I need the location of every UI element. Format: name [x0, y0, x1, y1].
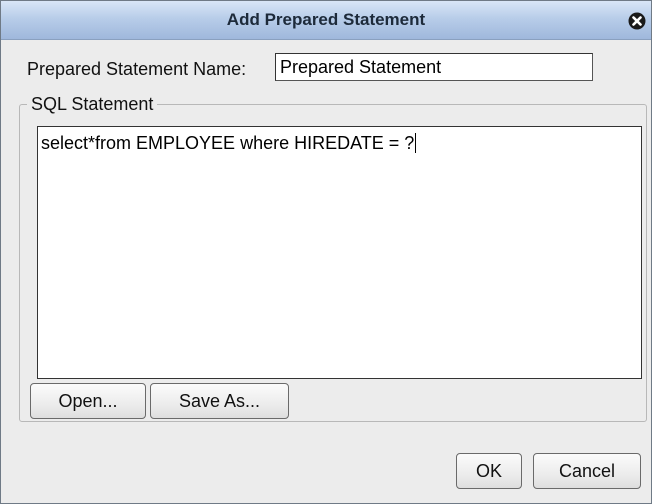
title-bar[interactable]: Add Prepared Statement: [1, 1, 651, 40]
sql-statement-group-label: SQL Statement: [27, 94, 158, 115]
sql-statement-textarea[interactable]: select*from EMPLOYEE where HIREDATE = ?: [37, 126, 642, 379]
close-icon[interactable]: [627, 11, 647, 31]
open-button[interactable]: Open...: [30, 383, 146, 419]
sql-statement-text: select*from EMPLOYEE where HIREDATE = ?: [41, 133, 415, 153]
text-caret: [415, 133, 417, 153]
add-prepared-statement-dialog: Add Prepared Statement Prepared Statemen…: [0, 0, 652, 504]
save-as-button[interactable]: Save As...: [150, 383, 289, 419]
statement-name-label: Prepared Statement Name:: [27, 59, 247, 79]
ok-button[interactable]: OK: [456, 453, 522, 489]
statement-name-input[interactable]: [275, 53, 593, 81]
cancel-button[interactable]: Cancel: [533, 453, 641, 489]
dialog-title: Add Prepared Statement: [226, 10, 426, 29]
